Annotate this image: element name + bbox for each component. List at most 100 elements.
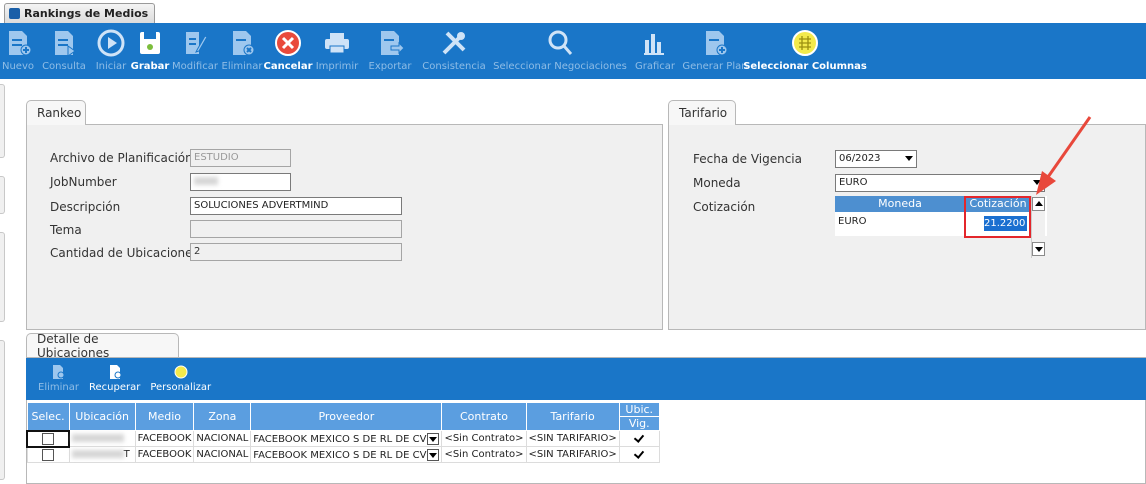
redacted-value	[194, 177, 218, 185]
proveedor-cell[interactable]: FACEBOOK MEXICO S DE RL DE CV	[250, 430, 443, 447]
consistencia-button[interactable]: Consistencia	[418, 23, 490, 79]
descripcion-label: Descripción	[50, 200, 121, 214]
col-proveedor-header[interactable]: Proveedor	[250, 402, 443, 431]
tarifario-cell: <SIN TARIFARIO>	[525, 430, 620, 447]
fecha-vigencia-select[interactable]: 06/2023	[835, 150, 917, 168]
highlight-annotation-box	[964, 196, 1031, 238]
eliminar-button[interactable]: Eliminar	[220, 23, 264, 79]
ubicacion-cell	[68, 430, 136, 447]
query-document-icon	[55, 31, 76, 57]
cantidad-field[interactable]: 2	[190, 243, 402, 261]
col-ubic-header[interactable]: Ubic.	[618, 402, 660, 417]
col-tarifario-header[interactable]: Tarifario	[525, 402, 620, 431]
col-medio-header[interactable]: Medio	[134, 402, 195, 431]
selec-cell[interactable]	[25, 429, 71, 448]
main-toolbar: Nuevo Consulta Iniciar Grabar Modificar …	[0, 23, 1146, 79]
redacted-value	[72, 434, 125, 442]
chevron-down-icon	[905, 156, 913, 161]
col-contrato-header[interactable]: Contrato	[441, 402, 527, 431]
delete-document-icon	[53, 365, 65, 379]
left-panel-edge	[0, 340, 5, 480]
cotizacion-label: Cotización	[693, 200, 756, 214]
moneda-label: Moneda	[693, 176, 741, 190]
recover-document-icon	[109, 365, 122, 379]
seleccionar-negociaciones-button[interactable]: Seleccionar Negociaciones	[490, 23, 630, 79]
archivo-field[interactable]: ESTUDIO	[190, 149, 291, 167]
chevron-down-icon[interactable]	[427, 432, 440, 445]
zona-cell: NACIONAL	[193, 446, 252, 463]
select-checkbox[interactable]	[42, 432, 55, 445]
arrow-down-icon	[1035, 247, 1043, 252]
save-disk-icon	[140, 32, 160, 54]
magnifier-icon	[548, 30, 573, 55]
app-logo-icon	[9, 8, 20, 19]
proveedor-cell[interactable]: FACEBOOK MEXICO S DE RL DE CV	[250, 446, 443, 463]
detalle-eliminar-button[interactable]: Eliminar	[38, 358, 79, 393]
vig-cell[interactable]	[618, 446, 660, 463]
export-document-icon	[381, 31, 405, 55]
table-row[interactable]: FACEBOOK NACIONAL FACEBOOK MEXICO S DE R…	[25, 429, 660, 448]
exportar-button[interactable]: Exportar	[362, 23, 418, 79]
redacted-value	[71, 450, 124, 458]
iniciar-button[interactable]: Iniciar	[92, 23, 130, 79]
jobnumber-label: JobNumber	[50, 175, 117, 189]
consulta-button[interactable]: Consulta	[36, 23, 92, 79]
col-ubicacion-header[interactable]: Ubicación	[68, 402, 136, 431]
vig-checkbox[interactable]	[633, 448, 646, 461]
printer-icon	[325, 33, 349, 54]
detalle-recuperar-button[interactable]: Recuperar	[89, 358, 140, 393]
window-tab[interactable]: Rankings de Medios	[4, 3, 156, 23]
delete-document-icon	[233, 31, 255, 56]
vig-cell[interactable]	[618, 430, 660, 447]
medio-cell: FACEBOOK	[134, 430, 195, 447]
cancelar-button[interactable]: Cancelar	[263, 23, 313, 79]
detalle-personalizar-button[interactable]: Personalizar	[150, 358, 211, 393]
grabar-button[interactable]: Grabar	[130, 23, 170, 79]
detalle-toolbar: Eliminar Recuperar Personalizar	[26, 358, 1146, 400]
cancel-icon	[275, 30, 301, 56]
window-title: Rankings de Medios	[24, 7, 149, 20]
new-document-icon	[9, 31, 32, 56]
seleccionar-columnas-button[interactable]: Seleccionar Columnas	[743, 23, 867, 79]
tema-label: Tema	[50, 223, 82, 237]
modificar-button[interactable]: Modificar	[170, 23, 220, 79]
imprimir-button[interactable]: Imprimir	[312, 23, 362, 79]
descripcion-field[interactable]: SOLUCIONES ADVERTMIND	[190, 197, 402, 215]
generar-plan-button[interactable]: Generar Plan	[680, 23, 750, 79]
zona-cell: NACIONAL	[193, 430, 252, 447]
cantidad-label: Cantidad de Ubicaciones	[50, 246, 199, 260]
tab-tarifario[interactable]: Tarifario	[668, 100, 736, 125]
left-panel-edge	[0, 232, 5, 322]
edit-document-icon	[186, 32, 208, 54]
ubicaciones-table: Selec. Ubicación Medio Zona Proveedor Co…	[25, 402, 660, 463]
col-selec-header[interactable]: Selec.	[26, 402, 70, 431]
moneda-select[interactable]: EURO	[835, 174, 1045, 192]
nuevo-button[interactable]: Nuevo	[0, 23, 36, 79]
tab-rankeo[interactable]: Rankeo	[26, 100, 86, 125]
customize-icon	[174, 365, 188, 379]
cotizacion-scrollbar[interactable]	[1031, 196, 1045, 258]
fecha-vigencia-label: Fecha de Vigencia	[693, 152, 802, 166]
chevron-down-icon[interactable]	[427, 448, 440, 461]
contrato-cell: <Sin Contrato>	[441, 430, 527, 447]
tema-field[interactable]	[190, 220, 402, 238]
table-row[interactable]: T FACEBOOK NACIONAL FACEBOOK MEXICO S DE…	[26, 446, 660, 463]
grid-columns-icon	[792, 30, 818, 56]
vig-checkbox[interactable]	[633, 432, 646, 445]
archivo-label: Archivo de Planificación	[50, 151, 193, 165]
graficar-button[interactable]: Graficar	[630, 23, 680, 79]
col-vig-header[interactable]: Vig.	[618, 416, 660, 431]
jobnumber-field[interactable]	[190, 173, 291, 191]
left-panel-edge	[0, 84, 5, 158]
tab-detalle-ubicaciones[interactable]: Detalle de Ubicaciones	[26, 332, 179, 360]
col-zona-header[interactable]: Zona	[193, 402, 252, 431]
select-checkbox[interactable]	[42, 448, 55, 461]
scroll-down-button[interactable]	[1032, 242, 1045, 256]
selec-cell[interactable]	[26, 446, 70, 463]
moneda-cell: EURO	[838, 216, 867, 227]
generate-plan-icon	[706, 31, 728, 56]
annotation-arrow-icon	[1036, 116, 1092, 195]
contrato-cell: <Sin Contrato>	[441, 446, 527, 463]
play-icon	[97, 29, 125, 57]
arrow-up-icon	[1035, 201, 1043, 206]
